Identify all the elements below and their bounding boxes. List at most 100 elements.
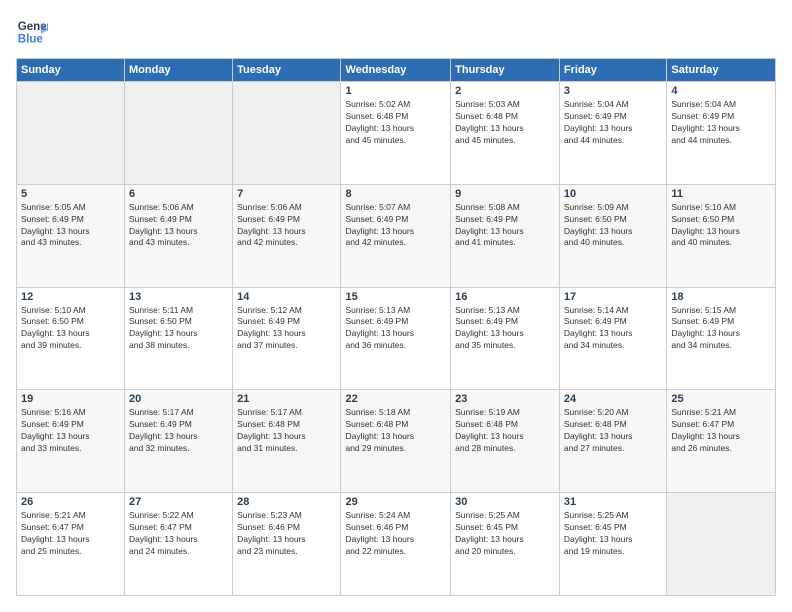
calendar-cell: 29Sunrise: 5:24 AM Sunset: 6:46 PM Dayli… (341, 493, 451, 596)
header: General Blue (16, 16, 776, 48)
day-info: Sunrise: 5:03 AM Sunset: 6:48 PM Dayligh… (455, 99, 555, 147)
day-info: Sunrise: 5:14 AM Sunset: 6:49 PM Dayligh… (564, 305, 662, 353)
calendar-cell: 2 Sunrise: 5:03 AM Sunset: 6:48 PM Daylig… (451, 82, 560, 185)
day-header-saturday: Saturday (667, 59, 776, 82)
day-number: 19 (21, 393, 120, 405)
day-info: Sunrise: 5:16 AM Sunset: 6:49 PM Dayligh… (21, 407, 120, 455)
calendar-cell: 7Sunrise: 5:06 AM Sunset: 6:49 PM Daylig… (233, 184, 341, 287)
day-info: Sunrise: 5:21 AM Sunset: 6:47 PM Dayligh… (21, 510, 120, 558)
day-info: Sunrise: 5:08 AM Sunset: 6:49 PM Dayligh… (455, 202, 555, 250)
day-info: Sunrise: 5:19 AM Sunset: 6:48 PM Dayligh… (455, 407, 555, 455)
day-info: Sunrise: 5:18 AM Sunset: 6:48 PM Dayligh… (345, 407, 446, 455)
day-number: 30 (455, 496, 555, 508)
calendar-cell: 10 Sunrise: 5:09 AM Sunset: 6:50 PM Dayli… (559, 184, 666, 287)
calendar-header-row: SundayMondayTuesdayWednesdayThursdayFrid… (17, 59, 776, 82)
day-number: 23 (455, 393, 555, 405)
calendar-cell: 26 Sunrise: 5:21 AM Sunset: 6:47 PM Dayli… (17, 493, 125, 596)
week-row-3: 12 Sunrise: 5:10 AM Sunset: 6:50 PM Dayli… (17, 287, 776, 390)
day-number: 6 (129, 188, 228, 200)
calendar-cell (17, 82, 125, 185)
svg-text:Blue: Blue (18, 34, 44, 46)
logo: General Blue (16, 16, 52, 48)
calendar-cell: 25Sunrise: 5:21 AM Sunset: 6:47 PM Dayli… (667, 390, 776, 493)
calendar-cell: 5Sunrise: 5:05 AM Sunset: 6:49 PM Daylig… (17, 184, 125, 287)
day-header-monday: Monday (125, 59, 233, 82)
calendar-cell: 6 Sunrise: 5:06 AM Sunset: 6:49 PM Daylig… (125, 184, 233, 287)
day-info: Sunrise: 5:25 AM Sunset: 6:45 PM Dayligh… (455, 510, 555, 558)
day-header-sunday: Sunday (17, 59, 125, 82)
calendar-cell: 14Sunrise: 5:12 AM Sunset: 6:49 PM Dayli… (233, 287, 341, 390)
calendar-cell (125, 82, 233, 185)
day-number: 2 (455, 85, 555, 97)
calendar-table: SundayMondayTuesdayWednesdayThursdayFrid… (16, 58, 776, 596)
calendar-cell: 8 Sunrise: 5:07 AM Sunset: 6:49 PM Daylig… (341, 184, 451, 287)
day-info: Sunrise: 5:10 AM Sunset: 6:50 PM Dayligh… (21, 305, 120, 353)
calendar-cell: 15 Sunrise: 5:13 AM Sunset: 6:49 PM Dayli… (341, 287, 451, 390)
day-number: 22 (345, 393, 446, 405)
week-row-5: 26 Sunrise: 5:21 AM Sunset: 6:47 PM Dayli… (17, 493, 776, 596)
calendar-cell: 18 Sunrise: 5:15 AM Sunset: 6:49 PM Dayli… (667, 287, 776, 390)
day-info: Sunrise: 5:13 AM Sunset: 6:49 PM Dayligh… (345, 305, 446, 353)
day-number: 13 (129, 291, 228, 303)
day-number: 21 (237, 393, 336, 405)
day-info: Sunrise: 5:20 AM Sunset: 6:48 PM Dayligh… (564, 407, 662, 455)
calendar-cell: 28 Sunrise: 5:23 AM Sunset: 6:46 PM Dayli… (233, 493, 341, 596)
calendar-cell: 22 Sunrise: 5:18 AM Sunset: 6:48 PM Dayli… (341, 390, 451, 493)
day-info: Sunrise: 5:23 AM Sunset: 6:46 PM Dayligh… (237, 510, 336, 558)
day-number: 16 (455, 291, 555, 303)
logo-icon: General Blue (16, 16, 48, 48)
day-info: Sunrise: 5:17 AM Sunset: 6:48 PM Dayligh… (237, 407, 336, 455)
calendar-cell: 31Sunrise: 5:25 AM Sunset: 6:45 PM Dayli… (559, 493, 666, 596)
calendar-cell: 21 Sunrise: 5:17 AM Sunset: 6:48 PM Dayli… (233, 390, 341, 493)
calendar-cell: 9 Sunrise: 5:08 AM Sunset: 6:49 PM Daylig… (451, 184, 560, 287)
day-number: 28 (237, 496, 336, 508)
day-number: 18 (671, 291, 771, 303)
calendar-cell (667, 493, 776, 596)
day-info: Sunrise: 5:07 AM Sunset: 6:49 PM Dayligh… (345, 202, 446, 250)
day-info: Sunrise: 5:02 AM Sunset: 6:48 PM Dayligh… (345, 99, 446, 147)
day-number: 25 (671, 393, 771, 405)
calendar-cell: 4 Sunrise: 5:04 AM Sunset: 6:49 PM Daylig… (667, 82, 776, 185)
day-info: Sunrise: 5:22 AM Sunset: 6:47 PM Dayligh… (129, 510, 228, 558)
day-number: 17 (564, 291, 662, 303)
day-number: 11 (671, 188, 771, 200)
day-info: Sunrise: 5:15 AM Sunset: 6:49 PM Dayligh… (671, 305, 771, 353)
day-number: 8 (345, 188, 446, 200)
day-info: Sunrise: 5:05 AM Sunset: 6:49 PM Dayligh… (21, 202, 120, 250)
calendar-cell: 16 Sunrise: 5:13 AM Sunset: 6:49 PM Dayli… (451, 287, 560, 390)
week-row-2: 5Sunrise: 5:05 AM Sunset: 6:49 PM Daylig… (17, 184, 776, 287)
calendar-cell: 19 Sunrise: 5:16 AM Sunset: 6:49 PM Dayli… (17, 390, 125, 493)
day-number: 10 (564, 188, 662, 200)
day-number: 9 (455, 188, 555, 200)
week-row-4: 19 Sunrise: 5:16 AM Sunset: 6:49 PM Dayli… (17, 390, 776, 493)
calendar-cell: 3 Sunrise: 5:04 AM Sunset: 6:49 PM Daylig… (559, 82, 666, 185)
calendar-cell: 11 Sunrise: 5:10 AM Sunset: 6:50 PM Dayli… (667, 184, 776, 287)
day-info: Sunrise: 5:09 AM Sunset: 6:50 PM Dayligh… (564, 202, 662, 250)
day-info: Sunrise: 5:11 AM Sunset: 6:50 PM Dayligh… (129, 305, 228, 353)
calendar-cell: 20Sunrise: 5:17 AM Sunset: 6:49 PM Dayli… (125, 390, 233, 493)
day-header-tuesday: Tuesday (233, 59, 341, 82)
day-header-thursday: Thursday (451, 59, 560, 82)
calendar-cell: 24 Sunrise: 5:20 AM Sunset: 6:48 PM Dayli… (559, 390, 666, 493)
day-info: Sunrise: 5:13 AM Sunset: 6:49 PM Dayligh… (455, 305, 555, 353)
day-number: 15 (345, 291, 446, 303)
day-number: 24 (564, 393, 662, 405)
day-number: 14 (237, 291, 336, 303)
calendar-cell: 30 Sunrise: 5:25 AM Sunset: 6:45 PM Dayli… (451, 493, 560, 596)
calendar-cell (233, 82, 341, 185)
day-number: 29 (345, 496, 446, 508)
day-number: 12 (21, 291, 120, 303)
day-info: Sunrise: 5:06 AM Sunset: 6:49 PM Dayligh… (237, 202, 336, 250)
day-number: 26 (21, 496, 120, 508)
day-info: Sunrise: 5:04 AM Sunset: 6:49 PM Dayligh… (671, 99, 771, 147)
day-number: 4 (671, 85, 771, 97)
calendar-cell: 13 Sunrise: 5:11 AM Sunset: 6:50 PM Dayli… (125, 287, 233, 390)
calendar-cell: 1Sunrise: 5:02 AM Sunset: 6:48 PM Daylig… (341, 82, 451, 185)
day-info: Sunrise: 5:04 AM Sunset: 6:49 PM Dayligh… (564, 99, 662, 147)
day-info: Sunrise: 5:10 AM Sunset: 6:50 PM Dayligh… (671, 202, 771, 250)
day-info: Sunrise: 5:06 AM Sunset: 6:49 PM Dayligh… (129, 202, 228, 250)
day-number: 20 (129, 393, 228, 405)
calendar-cell: 17 Sunrise: 5:14 AM Sunset: 6:49 PM Dayli… (559, 287, 666, 390)
day-number: 31 (564, 496, 662, 508)
day-number: 3 (564, 85, 662, 97)
